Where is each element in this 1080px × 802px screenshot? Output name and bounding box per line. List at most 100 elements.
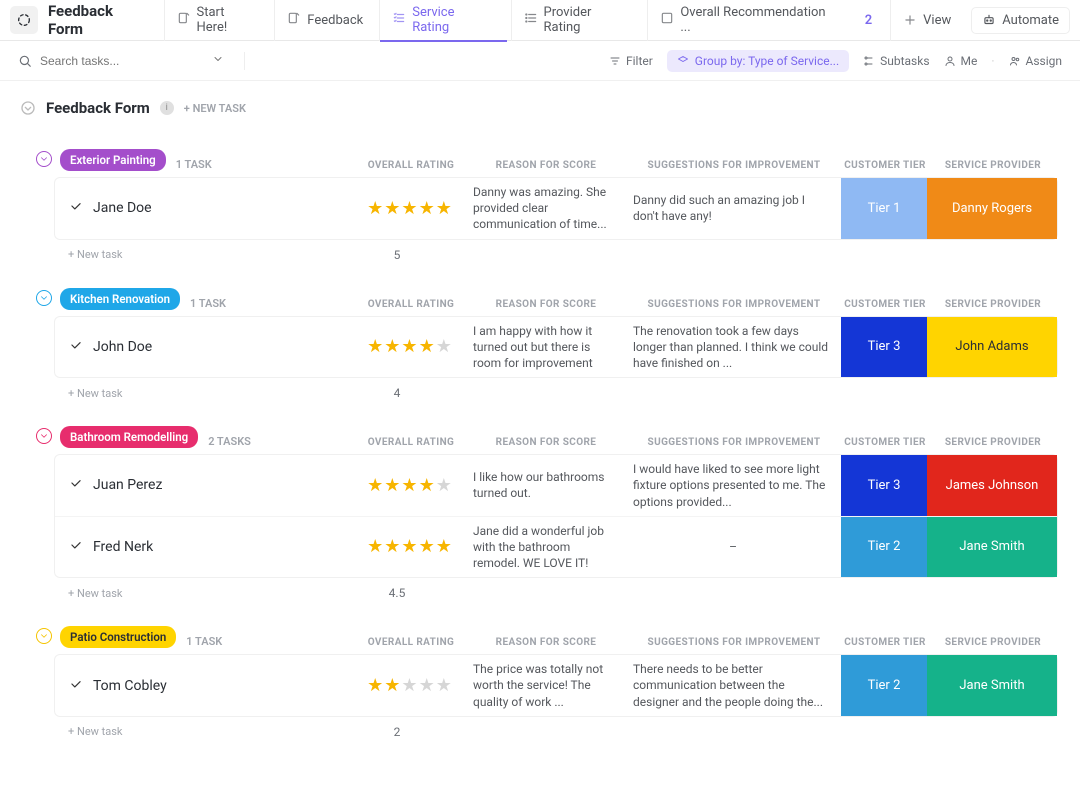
reason-cell: Danny was amazing. She provid­ed clear c…	[465, 178, 625, 239]
task-row[interactable]: Tom Cobley ★★★★★ The price was totally n…	[55, 655, 1057, 716]
col-service-provider: SERVICE PROVIDER	[928, 299, 1058, 310]
task-row[interactable]: Fred Nerk ★★★★★ Jane did a wonderful job…	[55, 517, 1057, 578]
group: Bathroom Remodelling 2 TASKS OVERALL RAT…	[36, 426, 1058, 608]
group-pill[interactable]: Bathroom Remodelling	[60, 426, 198, 448]
col-customer-tier: CUSTOMER TIER	[842, 637, 928, 648]
task-name: John Doe	[93, 339, 152, 355]
task-row[interactable]: Jane Doe ★★★★★ Danny was amazing. She pr…	[55, 178, 1057, 239]
group-pill[interactable]: Kitchen Renovation	[60, 288, 180, 310]
group-toggle[interactable]	[36, 290, 52, 306]
task-area: Tom Cobley ★★★★★ The price was totally n…	[54, 654, 1058, 717]
group-toggle[interactable]	[36, 428, 52, 444]
suggestions-cell: I would have liked to see more light fix…	[625, 455, 841, 516]
col-overall-rating: OVERALL RATING	[356, 299, 466, 310]
col-overall-rating: OVERALL RATING	[356, 160, 466, 171]
plus-icon	[903, 13, 917, 27]
group-toggle[interactable]	[36, 628, 52, 644]
tab-overall-recommendation-[interactable]: Overall Recommendation ...	[647, 0, 850, 41]
tab-icon	[287, 11, 301, 29]
task-row[interactable]: Juan Perez ★★★★★ I like how our bathroom…	[55, 455, 1057, 517]
col-customer-tier: CUSTOMER TIER	[842, 437, 928, 448]
chevron-down-icon	[39, 293, 49, 303]
subtasks-button[interactable]: Subtasks	[863, 54, 929, 68]
search-input[interactable]	[40, 54, 170, 68]
col-customer-tier: CUSTOMER TIER	[842, 299, 928, 310]
tab-service-rating[interactable]: Service Rating	[379, 0, 506, 41]
new-task-button[interactable]: + New task	[68, 387, 122, 400]
tier-cell: Tier 1	[841, 178, 927, 239]
assign-button[interactable]: Assign	[1009, 54, 1063, 68]
group-count: 2 TASKS	[208, 435, 251, 448]
provider-cell: Danny Rogers	[927, 178, 1057, 239]
new-task-button[interactable]: + New task	[68, 248, 122, 261]
groupby-chip[interactable]: Group by: Type of Service...	[667, 50, 849, 72]
list-title: Feedback Form	[46, 99, 150, 117]
task-area: Juan Perez ★★★★★ I like how our bathroom…	[54, 454, 1058, 578]
add-view-button[interactable]: View	[890, 0, 963, 41]
group-average: 2	[342, 725, 452, 739]
tab-label: Feedback	[307, 13, 363, 28]
me-button[interactable]: Me	[944, 54, 978, 68]
rating-cell: ★★★★★	[355, 192, 465, 225]
check-icon	[69, 476, 83, 494]
chevron-down-icon	[39, 431, 49, 441]
task-name: Tom Cobley	[93, 678, 167, 694]
filter-bar: Filter Group by: Type of Service... Subt…	[0, 41, 1080, 81]
group-average: 4	[342, 386, 452, 400]
col-service-provider: SERVICE PROVIDER	[928, 637, 1058, 648]
subtasks-icon	[863, 55, 875, 67]
provider-cell: Jane Smith	[927, 655, 1057, 716]
new-task-button[interactable]: + New task	[68, 587, 122, 600]
new-task-link[interactable]: + NEW TASK	[184, 102, 246, 115]
provider-cell: John Adams	[927, 317, 1057, 378]
col-reason: REASON FOR SCORE	[466, 637, 626, 648]
rating-cell: ★★★★★	[355, 530, 465, 563]
user-icon	[944, 55, 956, 67]
group-pill[interactable]: Patio Construction	[60, 626, 176, 648]
rating-cell: ★★★★★	[355, 469, 465, 502]
reason-cell: The price was totally not worth the serv…	[465, 655, 625, 716]
tab-icon	[660, 11, 674, 29]
top-bar: Feedback Form Start Here!FeedbackService…	[0, 0, 1080, 41]
group-count: 1 TASK	[186, 635, 222, 648]
col-customer-tier: CUSTOMER TIER	[842, 160, 928, 171]
tabs-more[interactable]: 2	[855, 13, 886, 28]
tier-cell: Tier 2	[841, 655, 927, 716]
new-task-button[interactable]: + New task	[68, 725, 122, 738]
tier-cell: Tier 3	[841, 455, 927, 516]
group-toggle[interactable]	[36, 151, 52, 167]
chevron-down-icon	[39, 631, 49, 641]
col-overall-rating: OVERALL RATING	[356, 637, 466, 648]
tab-label: Provider Rating	[544, 5, 632, 35]
col-service-provider: SERVICE PROVIDER	[928, 437, 1058, 448]
info-icon[interactable]: i	[160, 101, 174, 115]
tab-provider-rating[interactable]: Provider Rating	[511, 0, 644, 41]
groups-container: Exterior Painting 1 TASK OVERALL RATING …	[0, 125, 1080, 767]
tab-icon	[524, 11, 538, 29]
chevron-down-icon[interactable]	[20, 100, 36, 116]
list-header: Feedback Form i + NEW TASK	[0, 81, 1080, 125]
tab-start-here-[interactable]: Start Here!	[164, 0, 271, 41]
col-reason: REASON FOR SCORE	[466, 437, 626, 448]
col-reason: REASON FOR SCORE	[466, 160, 626, 171]
suggestions-cell: Danny did such an amazing job I don't ha…	[625, 186, 841, 230]
suggestions-cell: There needs to be better communication b…	[625, 655, 841, 716]
filter-button[interactable]: Filter	[609, 54, 653, 68]
task-row[interactable]: John Doe ★★★★★ I am happy with how it tu…	[55, 317, 1057, 378]
layers-icon	[677, 55, 689, 67]
provider-cell: Jane Smith	[927, 517, 1057, 578]
tab-label: Overall Recommendation ...	[680, 5, 838, 35]
check-icon	[69, 677, 83, 695]
check-icon	[69, 199, 83, 217]
search-dropdown[interactable]	[212, 53, 224, 68]
group-pill[interactable]: Exterior Painting	[60, 149, 166, 171]
tab-icon	[392, 11, 406, 29]
col-service-provider: SERVICE PROVIDER	[928, 160, 1058, 171]
app-icon[interactable]	[10, 6, 38, 34]
rating-cell: ★★★★★	[355, 330, 465, 363]
automate-button[interactable]: Automate	[971, 7, 1070, 34]
col-suggestions: SUGGESTIONS FOR IMPROVEMENT	[626, 299, 842, 310]
check-icon	[69, 538, 83, 556]
tab-feedback[interactable]: Feedback	[274, 0, 375, 41]
group-count: 1 TASK	[176, 158, 212, 171]
